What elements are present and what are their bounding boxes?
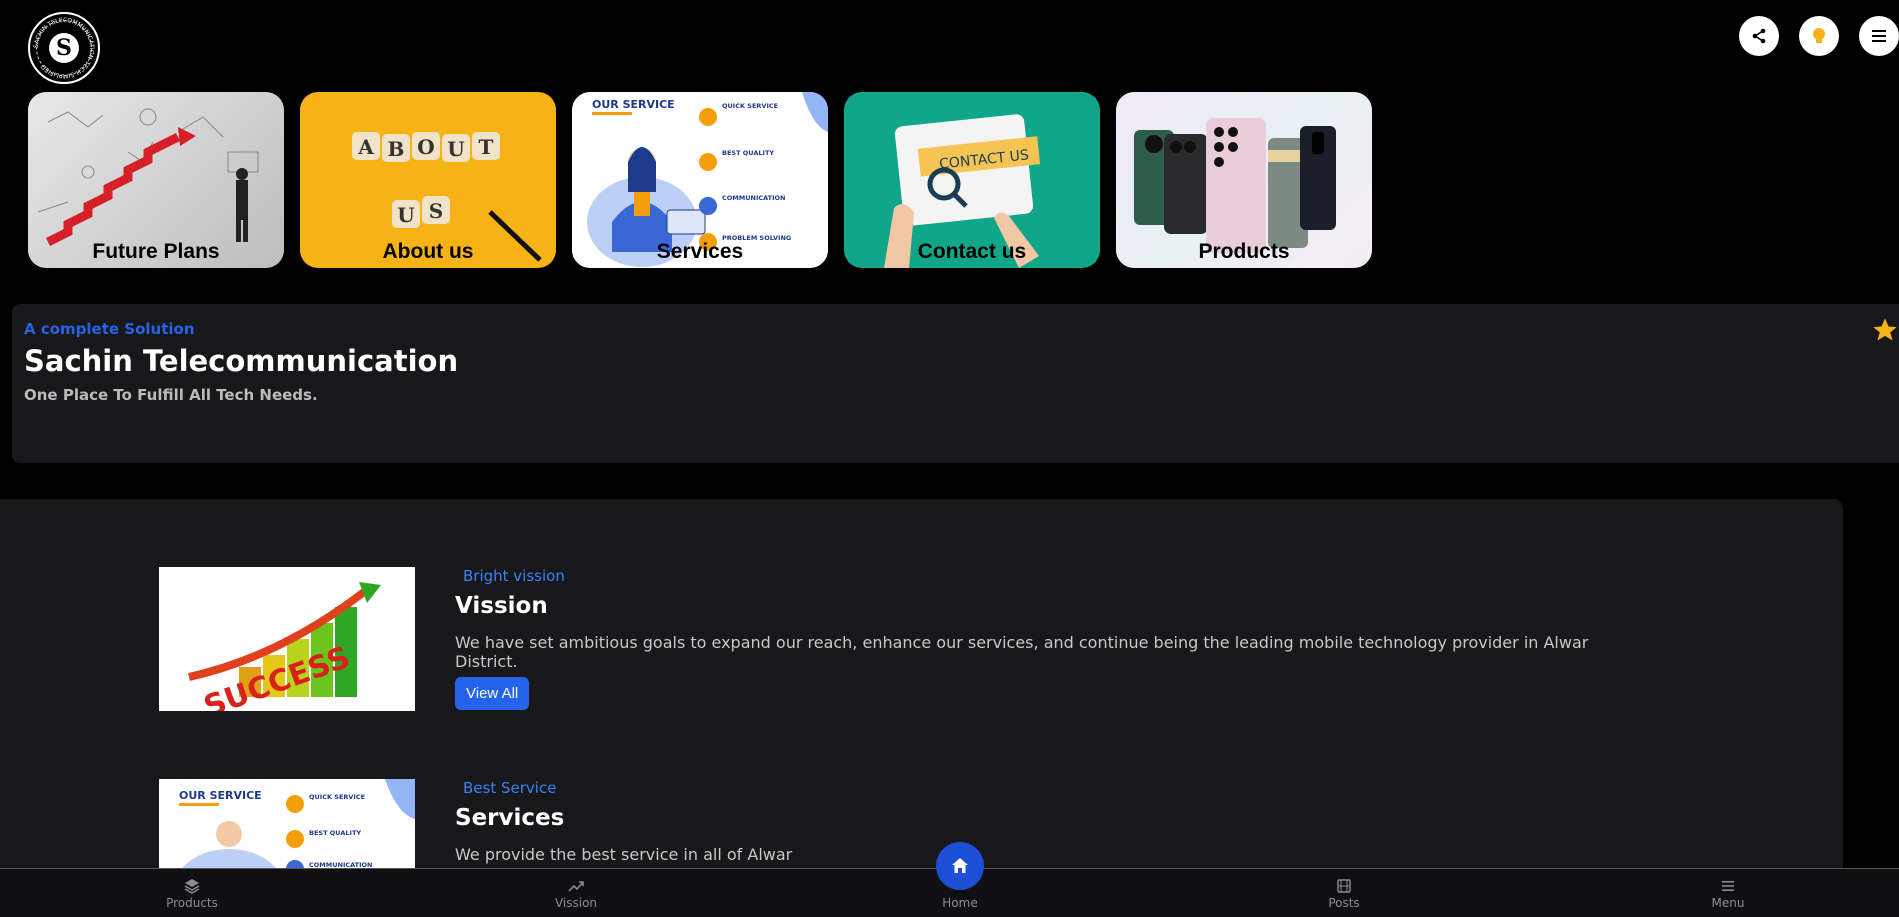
feature-description: We provide the best service in all of Al… [455,845,793,864]
svg-text:O: O [417,135,434,159]
svg-text:B: B [388,137,405,161]
feature-description: We have set ambitious goals to expand ou… [455,633,1589,671]
menu-button[interactable] [1859,16,1899,56]
home-icon [952,858,968,873]
category-cards: Future Plans A B O U T U S About us OUR … [28,92,1372,268]
card-label: About us [382,240,474,263]
feature-text: Bright vission Vission We have set ambit… [455,567,1655,710]
feature-text: Best Service Services We provide the bes… [455,779,1655,864]
brand-logo[interactable]: SACHIN TELECOMMUNICATION TECH SIMPLIFIED… [28,12,100,84]
home-button[interactable] [936,842,984,890]
feature-title: Vission [455,593,548,619]
view-all-button[interactable]: View All [455,677,530,710]
feature-eyebrow: Best Service [463,779,557,797]
svg-text:S: S [429,199,443,223]
film-icon [1337,879,1351,893]
trending-up-icon [568,881,584,892]
share-icon [1752,28,1766,44]
nav-menu[interactable]: Menu [1668,878,1788,910]
lightbulb-icon [1813,28,1825,43]
hero-eyebrow: A complete Solution [24,320,195,338]
svg-text:QUICK SERVICE: QUICK SERVICE [722,102,778,110]
svg-text:BEST QUALITY: BEST QUALITY [722,149,774,157]
feature-eyebrow: Bright vission [463,567,565,585]
card-label: Contact us [917,240,1027,263]
svg-text:COMMUNICATION: COMMUNICATION [722,194,785,202]
feature-title: Services [455,805,565,831]
hero-tagline: One Place To Fulfill All Tech Needs. [24,386,318,404]
svg-text:T: T [479,135,494,159]
svg-text:OUR SERVICE: OUR SERVICE [592,98,675,111]
hero-banner: A complete Solution Sachin Telecommunica… [12,304,1899,463]
card-label: Products [1198,240,1290,263]
features-section: SUCCESS Bright vission Vission We have s… [0,499,1843,917]
card-contact-us[interactable]: CONTACT US Contact us [844,92,1100,268]
nav-label: Posts [1328,896,1360,910]
svg-text:U: U [447,137,464,161]
card-label: Future Plans [92,240,220,263]
nav-label: Vission [554,896,598,910]
svg-text:OUR SERVICE: OUR SERVICE [179,789,262,802]
theme-toggle-button[interactable] [1799,16,1839,56]
nav-products[interactable]: Products [132,878,252,910]
hero-title: Sachin Telecommunication [24,344,459,378]
svg-text:A: A [357,135,374,159]
nav-vission[interactable]: Vission [516,878,636,910]
share-button[interactable] [1739,16,1779,56]
svg-text:U: U [397,203,414,227]
nav-label: Menu [1711,896,1745,910]
svg-text:BEST QUALITY: BEST QUALITY [309,829,361,837]
svg-text:SACHIN TELECOMMUNICATION TECH: SACHIN TELECOMMUNICATION TECH SIMPLIFIED [33,17,95,79]
menu-icon [1872,30,1886,42]
star-icon[interactable] [1871,316,1899,344]
card-future-plans[interactable]: Future Plans [28,92,284,268]
logo-circular-text: SACHIN TELECOMMUNICATION TECH SIMPLIFIED [33,17,95,79]
card-services[interactable]: OUR SERVICE QUICK SERVICE BEST QUALITY C… [572,92,828,268]
nav-label: Products [166,896,218,910]
layers-icon [184,879,200,894]
top-actions [1739,16,1899,56]
vision-image: SUCCESS [159,567,415,711]
menu-icon [1722,881,1734,891]
card-about-us[interactable]: A B O U T U S About us [300,92,556,268]
card-products[interactable]: Products [1116,92,1372,268]
svg-text:QUICK SERVICE: QUICK SERVICE [309,793,365,801]
card-label: Services [656,240,744,263]
nav-label: Home [942,896,978,910]
svg-text:SUCCESS: SUCCESS [199,640,354,711]
nav-posts[interactable]: Posts [1284,878,1404,910]
